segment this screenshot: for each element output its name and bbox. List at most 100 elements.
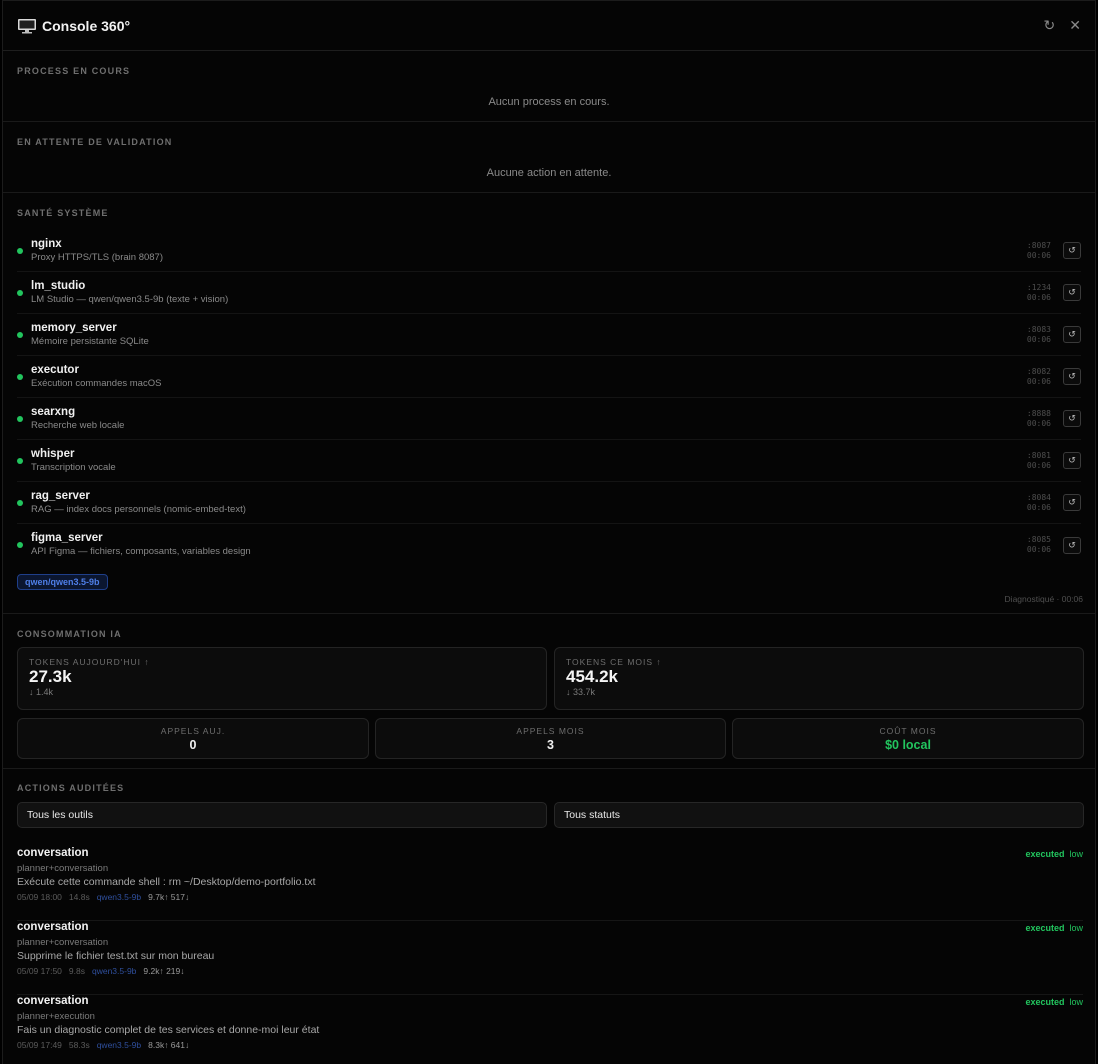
console-panel: Console 360° ↻ ✕ PROCESS EN COURS Aucun … [2,0,1096,1064]
service-port: :8082 [1026,366,1051,376]
entry-message: Fais un diagnostic complet de tes servic… [17,1024,320,1036]
audit-entry[interactable]: conversation planner+conversation Suppri… [17,921,1083,995]
service-meta: :8081 00:06 [1027,451,1051,471]
service-row: executor Exécution commandes macOS :8082 0… [17,356,1081,398]
cost-month-value: $0 local [885,738,931,752]
entry-message: Supprime le fichier test.txt sur mon bur… [17,950,215,962]
processes-empty: Aucun process en cours. [488,96,610,108]
entry-date: 05/09 18:00 [17,892,62,902]
status-dot [17,415,23,422]
service-port: :8083 [1026,324,1051,334]
service-name: nginx [31,237,62,250]
entry-model: qwen3.5-9b [96,892,142,902]
refresh-icon[interactable]: ↻ [1044,17,1056,34]
close-icon[interactable]: ✕ [1069,17,1081,34]
monitor-icon [18,18,36,33]
service-time: 00:06 [1026,502,1051,512]
service-row: searxng Recherche web locale :8888 00:06 ↺ [17,398,1081,440]
tokens-month-label: TOKENS CE MOIS ↑ [566,657,662,667]
usage-section: CONSOMMATION IA TOKENS AUJOURD'HUI ↑ 27.… [3,614,1095,769]
service-time: 00:06 [1026,376,1051,386]
entry-meta: 05/09 17:50 9.8s qwen3.5-9b 9.2k↑ 219↓ [17,966,192,976]
risk-label: low [1069,849,1083,859]
service-port: :1234 [1026,282,1051,292]
service-desc: Transcription vocale [31,461,116,473]
model-badge[interactable]: qwen/qwen3.5-9b [17,574,108,590]
service-port: :8888 [1026,408,1051,418]
restart-button[interactable]: ↺ [1063,242,1081,259]
restart-button[interactable]: ↺ [1063,284,1081,301]
restart-button[interactable]: ↺ [1063,494,1081,511]
calls-month-card: APPELS MOIS 3 [375,718,726,759]
cost-month-label: COÛT MOIS [879,726,937,736]
status-dot [17,457,23,464]
entry-title: conversation [17,921,89,933]
entry-duration: 14.8s [68,892,90,902]
processes-section: PROCESS EN COURS Aucun process en cours. [3,51,1095,122]
status-dot [17,289,23,296]
service-desc: LM Studio — qwen/qwen3.5-9b (texte + vis… [31,293,229,305]
service-name: memory_server [31,321,117,334]
service-name: searxng [31,405,76,418]
entry-duration: 9.8s [68,966,85,976]
calls-today-card: APPELS AUJ. 0 [17,718,369,759]
restart-button[interactable]: ↺ [1063,326,1081,343]
entry-date: 05/09 17:50 [17,966,62,976]
status-label: executed [1025,923,1065,933]
status-dot [17,499,23,506]
service-row: whisper Transcription vocale :8081 00:06 ↺ [17,440,1081,482]
service-name: lm_studio [31,279,86,292]
entry-duration: 58.3s [68,1040,90,1050]
service-meta: :8087 00:06 [1027,241,1051,261]
entry-title: conversation [17,995,89,1007]
service-meta: :8084 00:06 [1027,493,1051,513]
pending-section: EN ATTENTE DE VALIDATION Aucune action e… [3,122,1095,193]
service-meta: :8085 00:06 [1027,535,1051,555]
audit-section: ACTIONS AUDITÉES Tous les outils Tous st… [3,769,1095,1064]
audit-title: ACTIONS AUDITÉES [17,783,125,793]
tokens-today-value: 27.3k [29,667,72,686]
entry-status: executed low [1025,849,1083,859]
tokens-month-value: 454.2k [566,667,618,686]
tokens-today-sub: ↓ 1.4k [29,687,54,697]
usage-title: CONSOMMATION IA [17,629,122,639]
calls-month-label: APPELS MOIS [516,726,585,736]
status-dot [17,373,23,380]
restart-button[interactable]: ↺ [1063,536,1081,554]
health-title: SANTÉ SYSTÈME [17,208,109,218]
service-meta: :1234 00:06 [1027,283,1051,303]
service-list: nginx Proxy HTTPS/TLS (brain 8087) :8087 0… [17,230,1081,566]
calls-today-label: APPELS AUJ. [160,726,226,736]
audit-entry[interactable]: conversation planner+execution Fais un d… [17,995,1083,1064]
status-label: executed [1025,849,1065,859]
restart-button[interactable]: ↺ [1063,410,1081,427]
service-meta: :8082 00:06 [1027,367,1051,387]
restart-button[interactable]: ↺ [1063,452,1081,469]
entry-tokens: 8.3k↑ 641↓ [148,1040,190,1050]
service-time: 00:06 [1026,292,1051,302]
entry-meta: 05/09 18:00 14.8s qwen3.5-9b 9.7k↑ 517↓ [17,892,196,902]
pending-title: EN ATTENTE DE VALIDATION [17,137,173,147]
service-row: figma_server API Figma — fichiers, compos… [17,524,1081,566]
audit-entry[interactable]: conversation planner+conversation Exécut… [17,847,1083,921]
status-filter-select[interactable]: Tous statuts [554,802,1084,828]
pending-empty: Aucune action en attente. [486,167,612,179]
service-desc: Proxy HTTPS/TLS (brain 8087) [31,251,163,263]
processes-title: PROCESS EN COURS [17,66,131,76]
risk-label: low [1069,997,1083,1007]
calls-today-value: 0 [189,738,197,752]
entry-title: conversation [17,847,89,859]
service-desc: Exécution commandes macOS [31,377,162,389]
entry-tokens: 9.7k↑ 517↓ [148,892,190,902]
risk-label: low [1069,923,1083,933]
tool-filter-select[interactable]: Tous les outils [17,802,547,828]
service-row: nginx Proxy HTTPS/TLS (brain 8087) :8087 0… [17,230,1081,272]
status-dot [17,542,23,548]
entry-model: qwen3.5-9b [91,966,137,976]
status-dot [17,331,23,338]
service-meta: :8888 00:06 [1027,409,1051,429]
service-time: 00:06 [1026,334,1051,344]
tokens-month-card: TOKENS CE MOIS ↑ 454.2k ↓ 33.7k [554,647,1084,710]
restart-button[interactable]: ↺ [1063,368,1081,385]
service-row: lm_studio LM Studio — qwen/qwen3.5-9b (te… [17,272,1081,314]
